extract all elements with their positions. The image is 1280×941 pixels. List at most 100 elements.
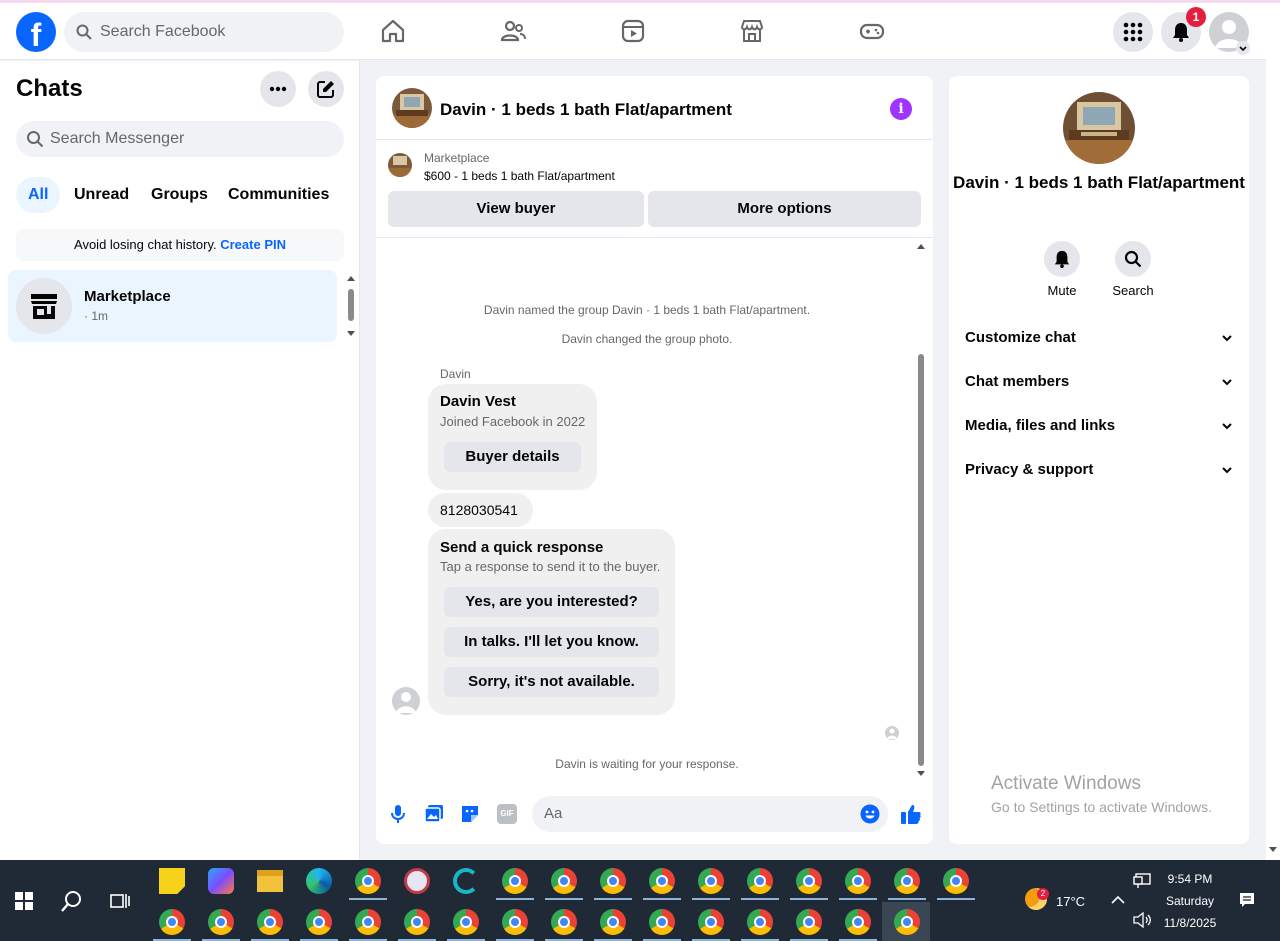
chrome-icon[interactable] (453, 909, 479, 935)
app-icon[interactable] (453, 868, 479, 894)
clock-day[interactable]: Saturday (1158, 894, 1222, 908)
quick-reply-yes[interactable]: Yes, are you interested? (444, 587, 659, 617)
chrome-icon[interactable] (600, 868, 626, 894)
buyer-details-button[interactable]: Buyer details (444, 442, 581, 472)
listing-thumbnail[interactable] (388, 153, 412, 177)
chrome-icon[interactable] (355, 909, 381, 935)
chrome-icon[interactable] (600, 909, 626, 935)
chat-options-button[interactable] (260, 71, 296, 107)
chrome-icon[interactable] (747, 868, 773, 894)
chrome-icon[interactable] (894, 909, 920, 935)
filter-unread[interactable]: Unread (62, 177, 141, 213)
volume-icon[interactable] (1133, 912, 1151, 928)
copilot-icon[interactable] (208, 868, 234, 894)
clock-time[interactable]: 9:54 PM (1158, 872, 1222, 886)
gif-icon[interactable]: GIF (497, 804, 517, 824)
filter-communities[interactable]: Communities (216, 177, 341, 213)
notification-center-icon[interactable] (1239, 892, 1255, 908)
chrome-icon[interactable] (551, 909, 577, 935)
chevron-up-icon[interactable] (1111, 895, 1125, 905)
video-icon[interactable] (619, 17, 647, 45)
sticker-icon[interactable] (460, 804, 480, 824)
chrome-icon[interactable] (551, 868, 577, 894)
create-pin-link[interactable]: Create PIN (220, 237, 286, 252)
chevron-down-icon (1222, 379, 1232, 386)
microphone-icon[interactable] (390, 804, 406, 824)
weather-temperature[interactable]: 17°C (1056, 894, 1085, 909)
chrome-icon[interactable] (306, 909, 332, 935)
home-icon[interactable] (379, 17, 407, 45)
chrome-icon[interactable] (698, 909, 724, 935)
filter-groups[interactable]: Groups (139, 177, 220, 213)
message-input[interactable]: Aa (532, 796, 888, 832)
file-explorer-icon[interactable] (257, 870, 283, 892)
search-icon (27, 131, 44, 148)
clock-date[interactable]: 11/8/2025 (1158, 916, 1222, 930)
chat-members-row[interactable]: Chat members (965, 367, 1233, 397)
edge-icon[interactable] (306, 868, 332, 894)
facebook-logo[interactable]: f (16, 12, 56, 52)
conversation-scrollbar[interactable] (914, 241, 928, 781)
facebook-search-input[interactable]: Search Facebook (64, 12, 344, 52)
running-indicator (594, 898, 632, 900)
messenger-search-input[interactable]: Search Messenger (16, 121, 344, 157)
quick-response-title: Send a quick response (440, 539, 604, 556)
grid-icon (1123, 22, 1143, 42)
chrome-icon[interactable] (257, 909, 283, 935)
chrome-icon[interactable] (943, 868, 969, 894)
chat-list-scrollbar[interactable] (345, 274, 357, 338)
menu-grid-button[interactable] (1113, 12, 1153, 52)
chrome-icon[interactable] (502, 909, 528, 935)
new-message-button[interactable] (308, 71, 344, 107)
default-avatar-icon (887, 728, 897, 739)
sender-avatar[interactable] (392, 687, 420, 715)
chrome-icon[interactable] (796, 909, 822, 935)
quick-reply-in-talks[interactable]: In talks. I'll let you know. (444, 627, 659, 657)
chat-info-avatar[interactable] (1063, 92, 1135, 164)
chevron-down-icon[interactable] (1236, 41, 1250, 55)
chrome-icon[interactable] (845, 909, 871, 935)
task-view-icon[interactable] (110, 891, 130, 911)
marketplace-icon[interactable] (738, 17, 766, 45)
customize-chat-row[interactable]: Customize chat (965, 323, 1233, 353)
like-icon[interactable] (900, 803, 922, 825)
page-scrollbar[interactable] (1266, 3, 1280, 860)
chrome-icon[interactable] (845, 868, 871, 894)
listing-price[interactable]: $600 - 1 beds 1 bath Flat/apartment (424, 169, 615, 183)
sticky-notes-icon[interactable] (159, 868, 185, 894)
filter-all[interactable]: All (16, 177, 61, 213)
chrome-icon[interactable] (159, 909, 185, 935)
taskbar-search-icon[interactable] (60, 889, 84, 913)
friends-icon[interactable] (499, 17, 527, 45)
conversation-panel: Davin · 1 beds 1 bath Flat/apartment i M… (376, 76, 933, 844)
search-conversation-button[interactable]: Search (1103, 241, 1163, 298)
emoji-icon[interactable] (860, 804, 880, 824)
chrome-icon[interactable] (796, 868, 822, 894)
chrome-icon[interactable] (894, 868, 920, 894)
chrome-icon[interactable] (698, 868, 724, 894)
gaming-icon[interactable] (858, 17, 886, 45)
view-buyer-button[interactable]: View buyer (388, 191, 644, 227)
more-options-button[interactable]: More options (648, 191, 921, 227)
chat-list-item[interactable]: Marketplace · 1m (8, 270, 337, 342)
windows-start-icon[interactable] (15, 892, 33, 910)
network-icon[interactable] (1133, 873, 1151, 889)
privacy-support-row[interactable]: Privacy & support (965, 455, 1233, 485)
info-icon[interactable]: i (890, 98, 912, 120)
app-icon[interactable] (404, 868, 430, 894)
photo-icon[interactable] (424, 804, 444, 824)
running-indicator (692, 898, 730, 900)
chrome-icon[interactable] (208, 909, 234, 935)
conversation-avatar[interactable] (392, 88, 432, 128)
media-files-row[interactable]: Media, files and links (965, 411, 1233, 441)
chrome-icon[interactable] (502, 868, 528, 894)
chrome-icon[interactable] (404, 909, 430, 935)
running-indicator (888, 898, 926, 900)
chrome-icon[interactable] (649, 868, 675, 894)
chrome-icon[interactable] (747, 909, 773, 935)
chrome-icon[interactable] (649, 909, 675, 935)
page-scroll-down-icon[interactable] (1268, 846, 1278, 854)
chrome-profile-icon[interactable] (355, 868, 381, 894)
quick-reply-sorry[interactable]: Sorry, it's not available. (444, 667, 659, 697)
mute-button[interactable]: Mute (1032, 241, 1092, 298)
